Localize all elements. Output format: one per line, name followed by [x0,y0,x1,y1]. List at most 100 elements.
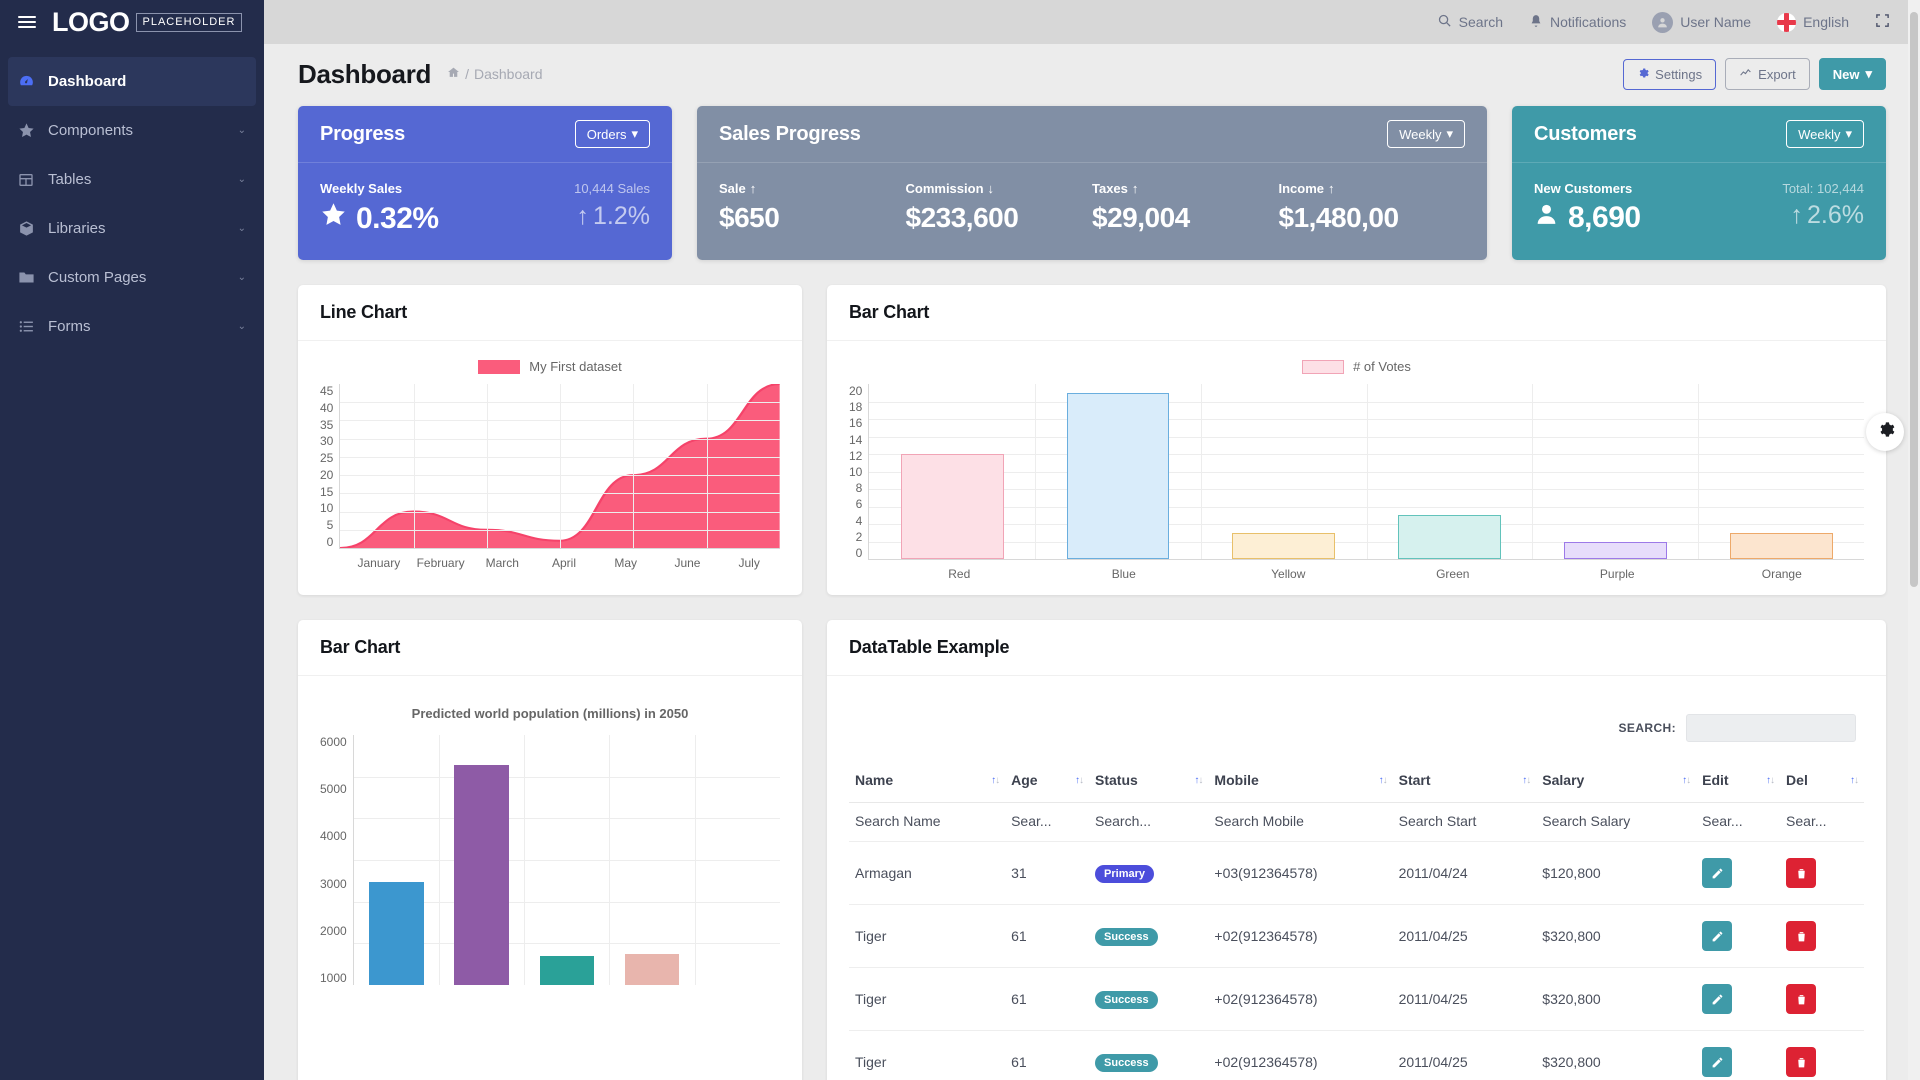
column-header[interactable]: Mobile↑↓ [1208,764,1392,803]
sort-icon[interactable]: ↑↓ [1766,775,1774,786]
arrow-up-icon: ↑ [577,202,590,231]
edit-button[interactable] [1702,1047,1732,1077]
customers-delta-value: 2.6% [1807,201,1864,230]
delete-button[interactable] [1786,1047,1816,1077]
sidebar-item-label: Libraries [48,220,238,237]
metric-label: Commission [906,181,984,196]
column-search-cell[interactable]: Sear... [1780,803,1864,842]
sales-card-dropdown[interactable]: Weekly ▾ [1387,120,1465,148]
column-search-cell[interactable]: Search Salary [1536,803,1696,842]
population-chart-title: Bar Chart [320,637,400,658]
column-header[interactable]: Salary↑↓ [1536,764,1696,803]
cell-start: 2011/04/24 [1393,842,1537,905]
sidebar-item-forms[interactable]: Forms ⌄ [0,302,264,351]
scrollbar-thumb[interactable] [1910,12,1918,587]
metric-income: Income ↑ $1,480,00 [1279,181,1466,234]
customers-value: 8,690 [1568,201,1641,235]
arrow-up-icon: ↑ [1132,181,1139,196]
line-chart-plot [339,384,780,549]
navbar-language[interactable]: English [1777,13,1849,32]
chevron-down-icon: ⌄ [238,321,246,332]
edit-button[interactable] [1702,984,1732,1014]
navbar-notifications[interactable]: Notifications [1529,14,1626,31]
axis-tick: 3000 [320,877,347,891]
sort-icon[interactable]: ↑↓ [991,775,999,786]
metric-label: Income [1279,181,1325,196]
column-search-cell[interactable]: Search Mobile [1208,803,1392,842]
cell-name: Tiger [849,905,1005,968]
sidebar-item-components[interactable]: Components ⌄ [0,106,264,155]
delete-button[interactable] [1786,858,1816,888]
sort-icon[interactable]: ↑↓ [1379,775,1387,786]
column-search-cell[interactable]: Sear... [1696,803,1780,842]
sort-icon[interactable]: ↑↓ [1194,775,1202,786]
sidebar-item-custom-pages[interactable]: Custom Pages ⌄ [0,253,264,302]
box-icon [18,220,48,237]
column-search-cell[interactable]: Search... [1089,803,1208,842]
progress-value-group: 0.32% [320,201,439,236]
navbar-fullscreen[interactable] [1875,13,1890,31]
sort-icon[interactable]: ↑↓ [1522,775,1530,786]
progress-card-dropdown[interactable]: Orders ▾ [575,120,650,148]
bar [454,765,509,985]
column-header[interactable]: Start↑↓ [1393,764,1537,803]
sidebar-item-label: Tables [48,171,238,188]
axis-tick: 14 [849,433,862,447]
chevron-down-icon: ⌄ [238,223,246,234]
header-actions: Settings Export New ▾ [1623,58,1886,90]
column-header[interactable]: Name↑↓ [849,764,1005,803]
metric-value: $1,480,00 [1279,202,1466,234]
axis-tick: 25 [320,451,333,465]
gridline [414,384,415,548]
progress-value: 0.32% [356,202,439,236]
edit-button[interactable] [1702,921,1732,951]
column-search-cell[interactable]: Search Start [1393,803,1537,842]
sort-icon[interactable]: ↑↓ [1075,775,1083,786]
population-chart-body: Predicted world population (millions) in… [298,676,802,999]
new-button[interactable]: New ▾ [1819,58,1886,90]
axis-tick: 4 [856,514,863,528]
delete-button[interactable] [1786,921,1816,951]
breadcrumb-current[interactable]: Dashboard [474,66,543,82]
sidebar-item-tables[interactable]: Tables ⌄ [0,155,264,204]
column-search-cell[interactable]: Sear... [1005,803,1089,842]
hamburger-icon[interactable] [18,16,36,28]
customers-card-dropdown[interactable]: Weekly ▾ [1786,120,1864,148]
sidebar-item-dashboard[interactable]: Dashboard [8,57,256,106]
cell-edit [1696,842,1780,905]
metric-label: Sale [719,181,746,196]
home-icon[interactable] [447,66,460,82]
chevron-down-icon: ⌄ [238,272,246,283]
new-button-label: New [1833,67,1860,82]
bar-chart-x-axis: RedBlueYellowGreenPurpleOrange [849,567,1864,581]
sort-icon[interactable]: ↑↓ [1850,775,1858,786]
axis-tick: 8 [856,481,863,495]
gridline [487,384,488,548]
column-header[interactable]: Del↑↓ [1780,764,1864,803]
progress-card: Progress Orders ▾ Weekly Sales 10,444 Sa… [298,106,672,260]
population-plot-area: 600050004000300020001000 [320,735,780,985]
datatable-search-input[interactable] [1686,714,1856,742]
sidebar-item-libraries[interactable]: Libraries ⌄ [0,204,264,253]
settings-button[interactable]: Settings [1623,59,1716,90]
navbar-notifications-label: Notifications [1550,14,1626,30]
avatar [1652,12,1673,33]
sales-progress-card: Sales Progress Weekly ▾ Sale ↑ $650 [697,106,1487,260]
cell-salary: $320,800 [1536,1031,1696,1080]
column-header[interactable]: Edit↑↓ [1696,764,1780,803]
floating-settings-button[interactable] [1866,413,1904,451]
column-header[interactable]: Age↑↓ [1005,764,1089,803]
sort-icon[interactable]: ↑↓ [1682,775,1690,786]
page-scrollbar[interactable] [1908,0,1920,1080]
column-header[interactable]: Status↑↓ [1089,764,1208,803]
navbar-user[interactable]: User Name [1652,12,1751,33]
metric-value: $233,600 [906,202,1093,234]
column-search-cell[interactable]: Search Name [849,803,1005,842]
navbar-search[interactable]: Search [1437,13,1503,31]
star-icon [320,201,347,236]
export-button[interactable]: Export [1725,58,1810,90]
edit-button[interactable] [1702,858,1732,888]
bar [1232,533,1335,559]
delete-button[interactable] [1786,984,1816,1014]
cell-salary: $320,800 [1536,968,1696,1031]
